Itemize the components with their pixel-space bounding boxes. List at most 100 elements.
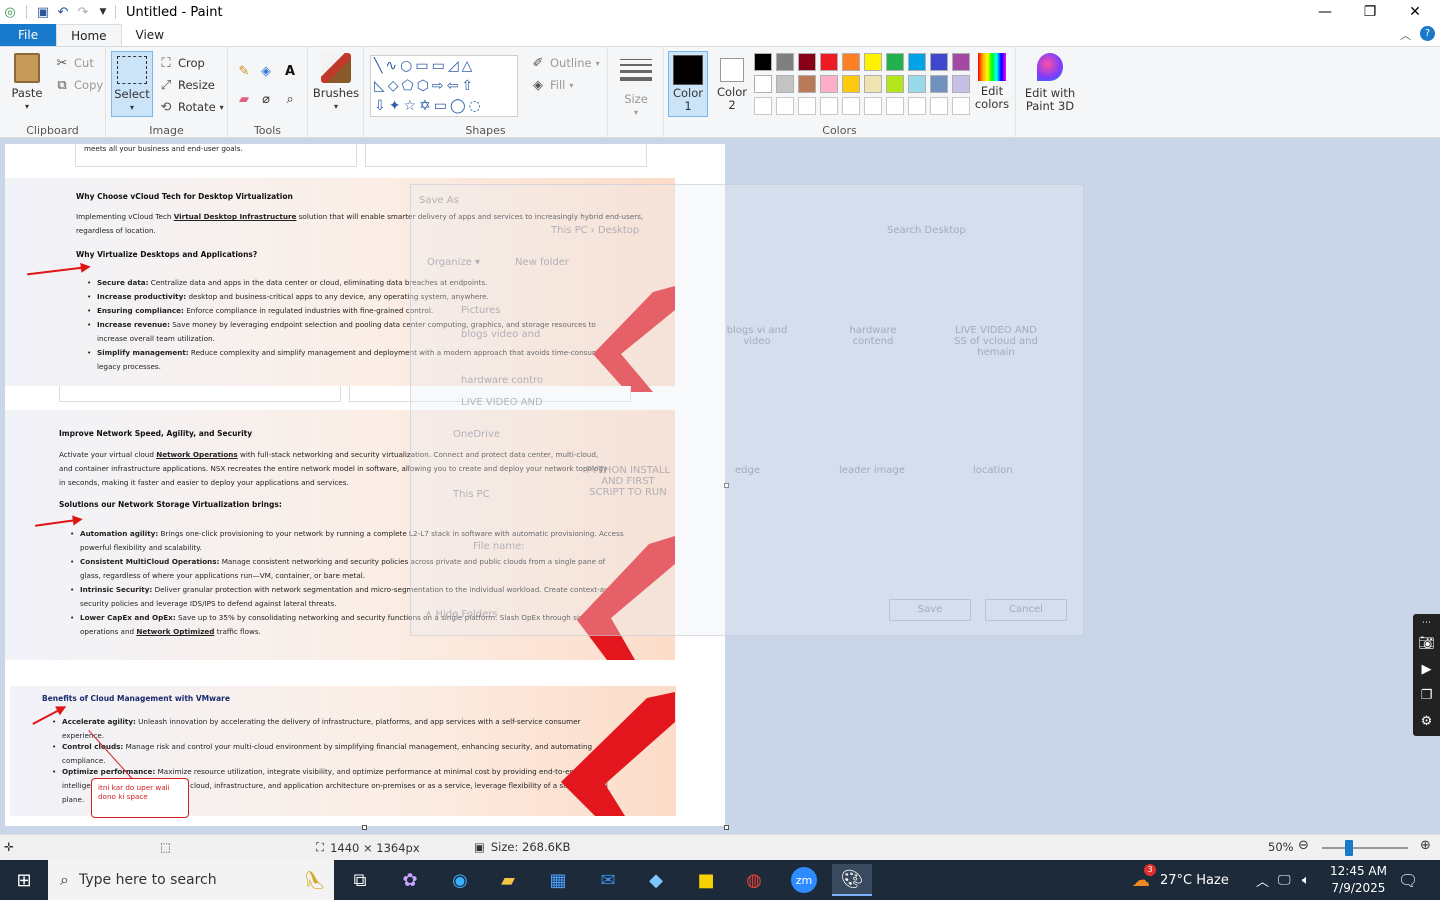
select-button[interactable]: Select ▾ [111,51,153,117]
zoom-slider[interactable] [1322,840,1408,856]
taskbar-search[interactable]: ⌕ Type here to search 👠︎ [48,860,334,900]
gear-icon[interactable]: ⚙ [1421,712,1433,732]
zoom-app-icon[interactable]: zm [784,864,824,896]
custom-color-slot[interactable] [776,97,794,115]
color-swatch[interactable] [776,53,794,71]
volume-icon[interactable]: 🔈︎ [1302,860,1310,900]
color2-button[interactable]: Color 2 [712,51,752,117]
app-cube-icon[interactable]: ◆ [636,864,676,896]
color-swatch[interactable] [754,53,772,71]
canvas-resize-handle-bottom[interactable] [362,825,367,830]
color-swatch[interactable] [930,75,948,93]
custom-color-slot[interactable] [952,97,970,115]
color-swatch[interactable] [864,53,882,71]
microsoft-store-icon[interactable]: ▦ [538,864,578,896]
shapes-gallery[interactable]: ╲∿○▭▭◿△ ◺◇⬠⬡⇨⇦⇧ ⇩✦☆✡▭◯◌ [370,55,518,117]
paint-taskbar-icon[interactable]: 🎨︎ [832,864,872,896]
save-icon[interactable]: ▣ [33,2,53,22]
file-explorer-icon[interactable]: ▰ [488,864,528,896]
mail-icon[interactable]: ✉ [588,864,628,896]
minimize-button[interactable]: — [1302,0,1348,24]
help-icon[interactable]: ? [1420,26,1435,41]
cut-button[interactable]: ✂ Cut [54,55,94,71]
custom-color-slot[interactable] [798,97,816,115]
clock[interactable]: 12:45 AM 7/9/2025 [1330,860,1387,900]
edit-colors-button[interactable]: Edit colors [970,53,1014,111]
undo-icon[interactable]: ↶ [53,2,73,22]
rotate-button[interactable]: ⟲ Rotate ▾ [158,99,224,115]
callout-box: itni kar do uper wali dono ki space [91,778,189,818]
show-hidden-icons-chevron-icon[interactable]: ︿ [1256,860,1269,900]
star-shape-icon[interactable]: ⇩✦☆✡▭◯◌ [374,98,484,114]
edge-browser-icon[interactable]: ◉ [440,864,480,896]
start-button[interactable]: ⊞ [0,860,48,900]
color-swatch[interactable] [952,53,970,71]
color-swatch[interactable] [908,53,926,71]
color-swatch[interactable] [886,53,904,71]
fill-bucket-icon[interactable]: ◈ [258,63,274,79]
custom-color-slot[interactable] [864,97,882,115]
custom-color-slot[interactable] [842,97,860,115]
color-swatch[interactable] [754,75,772,93]
video-record-icon[interactable]: ▶ [1422,660,1432,680]
color-swatch[interactable] [886,75,904,93]
color-swatch[interactable] [842,53,860,71]
color-swatch[interactable] [820,53,838,71]
color-swatch[interactable] [908,75,926,93]
fill-button[interactable]: ◈ Fill ▾ [530,77,573,93]
redo-icon[interactable]: ↷ [73,2,93,22]
paste-button[interactable]: Paste ▾ [8,53,46,113]
copy-button[interactable]: ⧉ Copy [54,77,103,93]
resize-button[interactable]: ⤢ Resize [158,77,215,93]
color-swatch[interactable] [798,75,816,93]
restore-button[interactable]: ❐ [1347,0,1393,24]
copilot-icon[interactable]: ✿ [390,864,430,896]
canvas-resize-handle-corner[interactable] [724,825,729,830]
color-swatch[interactable] [864,75,882,93]
color-swatch[interactable] [798,53,816,71]
tab-view[interactable]: View [122,24,178,46]
outline-button[interactable]: ✐ Outline ▾ [530,55,600,71]
custom-color-slot[interactable] [754,97,772,115]
camera-icon[interactable]: 📷︎ [1418,634,1435,654]
color-picker-icon[interactable]: ⌀ [258,91,274,107]
size-button[interactable]: Size ▾ [616,55,656,119]
custom-color-slot[interactable] [820,97,838,115]
custom-color-slot[interactable] [886,97,904,115]
task-view-icon[interactable]: ⧉ [340,864,380,896]
color-swatch[interactable] [930,53,948,71]
color-swatch[interactable] [842,75,860,93]
eraser-icon[interactable]: ▰ [236,91,252,107]
color-swatch[interactable] [820,75,838,93]
notifications-icon[interactable]: 🗨︎ [1398,860,1418,900]
tab-file[interactable]: File [0,24,57,46]
section1-heading: Why Choose vCloud Tech for Desktop Virtu… [76,192,293,201]
custom-color-slot[interactable] [930,97,948,115]
sticky-notes-icon[interactable]: ■ [686,864,726,896]
crop-button[interactable]: ⛶ Crop [158,55,204,71]
polygon-shape-icon[interactable]: ◺◇⬠⬡⇨⇦⇧ [374,78,476,94]
window-capture-icon[interactable]: ❐ [1421,686,1433,706]
customize-quick-access-icon[interactable]: ▼ [93,2,113,22]
text-tool-icon[interactable]: A [282,63,298,79]
resize-icon: ⤢ [160,77,172,93]
line-shape-icon[interactable]: ╲∿○▭▭◿△ [374,58,475,74]
chrome-browser-icon[interactable]: ◍ [734,864,774,896]
zoom-out-button[interactable]: ⊖ [1298,838,1309,853]
color-swatch[interactable] [776,75,794,93]
brushes-button[interactable]: Brushes ▾ [313,53,359,113]
color1-button[interactable]: Color 1 [668,51,708,117]
zoom-in-button[interactable]: ⊕ [1420,838,1431,853]
close-button[interactable]: ✕ [1392,0,1438,24]
magnifier-icon[interactable]: ⌕ [282,91,298,107]
collapse-ribbon-icon[interactable]: ︿ [1400,27,1411,43]
edit-with-paint3d-button[interactable]: Edit with Paint 3D [1022,53,1078,113]
more-options-icon[interactable]: ⋯ [1422,618,1431,628]
tab-home[interactable]: Home [56,24,122,46]
color-swatch[interactable] [952,75,970,93]
network-icon[interactable]: 🖵︎ [1278,860,1291,900]
pencil-icon[interactable]: ✎ [236,63,252,79]
weather-widget[interactable]: ☁ 3 27°C Haze [1132,860,1229,900]
zoom-slider-thumb[interactable] [1345,840,1353,856]
custom-color-slot[interactable] [908,97,926,115]
